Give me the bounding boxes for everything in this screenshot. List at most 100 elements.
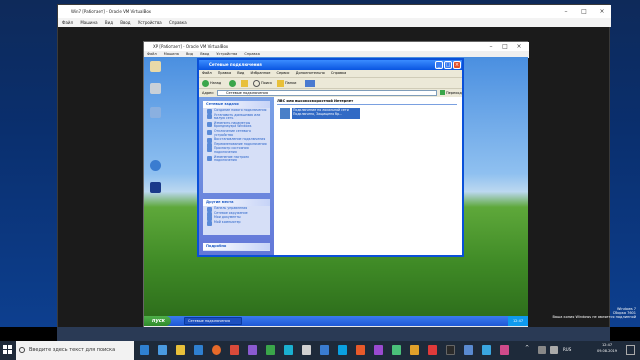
menu-advanced[interactable]: Дополнительно	[296, 71, 325, 75]
explorer-icon[interactable]	[176, 345, 185, 355]
explorer-titlebar[interactable]: Сетевые подключения	[199, 60, 462, 70]
search-icon[interactable]	[253, 80, 260, 87]
close-icon[interactable]: ×	[593, 5, 611, 18]
maximize-icon[interactable]: □	[444, 61, 452, 69]
app-icon[interactable]	[320, 345, 329, 355]
maximize-icon[interactable]: □	[498, 42, 512, 51]
menu-help[interactable]: Справка	[331, 71, 346, 75]
close-icon[interactable]: ×	[512, 42, 526, 51]
menu-view[interactable]: Вид	[186, 52, 193, 56]
task-link[interactable]: Просмотр состояния подключения	[203, 146, 270, 154]
app-icon[interactable]	[284, 345, 293, 355]
menu-file[interactable]: Файл	[147, 52, 157, 56]
group-header: ЛВС или высокоскоростной Интернет	[277, 99, 457, 105]
task-link[interactable]: Изменить параметры брандмауэра Windows	[203, 121, 270, 129]
xp-desktop-icon[interactable]	[146, 182, 164, 193]
search-button[interactable]: Поиск	[261, 81, 272, 85]
task-link[interactable]: Изменение настроек подключения	[203, 155, 270, 163]
minimize-icon[interactable]: –	[557, 5, 575, 18]
app-icon[interactable]	[500, 345, 509, 355]
back-icon[interactable]	[202, 80, 209, 87]
menu-tools[interactable]: Сервис	[277, 71, 290, 75]
language-indicator[interactable]: RUS	[563, 346, 571, 354]
app-icon[interactable]	[428, 345, 437, 355]
app-icon[interactable]	[338, 345, 347, 355]
connection-item[interactable]: Подключение по локальной сети Подключено…	[280, 108, 360, 120]
place-link[interactable]: Мой компьютер	[203, 220, 270, 226]
explorer-content: ЛВС или высокоскоростной Интернет Подклю…	[274, 97, 462, 255]
go-icon[interactable]	[440, 90, 445, 95]
explorer-toolbar: Назад Поиск Папки	[199, 77, 462, 89]
visual-studio-icon[interactable]	[374, 345, 383, 355]
menu-file[interactable]: Файл	[62, 20, 73, 25]
windows-watermark: Windows 7 Сборка 7601 Ваша копия Windows…	[528, 307, 640, 320]
menu-view[interactable]: Вид	[105, 20, 113, 25]
tray-chevron-icon[interactable]: ^	[525, 345, 533, 355]
go-button[interactable]: Переход	[446, 89, 462, 97]
back-button[interactable]: Назад	[210, 81, 221, 85]
network-tasks-header[interactable]: Сетевые задачи	[203, 101, 270, 108]
app-icon[interactable]	[410, 345, 419, 355]
app-icon[interactable]	[302, 345, 311, 355]
xp-task-network-connections[interactable]: Сетевые подключения	[184, 317, 242, 325]
firefox-icon[interactable]	[212, 345, 221, 355]
notification-icon[interactable]	[626, 345, 635, 355]
app-icon[interactable]	[446, 345, 455, 355]
maximize-icon[interactable]: □	[575, 5, 593, 18]
task-view-icon[interactable]	[140, 345, 149, 355]
xp-start-button[interactable]: пуск	[144, 316, 171, 326]
store-icon[interactable]	[194, 345, 203, 355]
app-icon[interactable]	[230, 345, 239, 355]
menu-input[interactable]: Ввод	[120, 20, 130, 25]
explorer-title: Сетевые подключения	[209, 62, 262, 67]
menu-view[interactable]: Вид	[237, 71, 244, 75]
close-icon[interactable]: ×	[453, 61, 461, 69]
menu-help[interactable]: Справка	[244, 52, 259, 56]
app-icon[interactable]	[248, 345, 257, 355]
menu-favorites[interactable]: Избранное	[250, 71, 270, 75]
vm-inner-titlebar[interactable]: XP [Работает] - Oracle VM VirtualBox	[144, 42, 529, 51]
folders-button[interactable]: Папки	[285, 81, 296, 85]
app-icon[interactable]	[392, 345, 401, 355]
volume-icon[interactable]	[550, 346, 558, 354]
network-tray-icon[interactable]	[538, 346, 546, 354]
taskbar-search-input[interactable]: Введите здесь текст для поиска	[16, 341, 134, 360]
menu-machine[interactable]: Машина	[164, 52, 179, 56]
views-icon[interactable]	[305, 80, 315, 87]
computer-icon	[149, 83, 161, 94]
app-icon[interactable]	[266, 345, 275, 355]
task-link[interactable]: Установить домашнюю или малую сеть	[203, 113, 270, 121]
app-icon[interactable]	[482, 345, 491, 355]
xp-desktop-icon[interactable]	[146, 61, 164, 72]
folders-icon[interactable]	[277, 80, 284, 87]
app-icon[interactable]	[464, 345, 473, 355]
menu-devices[interactable]: Устройства	[216, 52, 237, 56]
minimize-icon[interactable]: –	[484, 42, 498, 51]
forward-icon[interactable]	[229, 80, 236, 87]
menu-devices[interactable]: Устройства	[138, 20, 162, 25]
up-folder-icon[interactable]	[241, 80, 248, 87]
app-icon[interactable]	[356, 345, 365, 355]
details-panel: Подробно	[203, 243, 270, 251]
xp-desktop-icon[interactable]	[146, 83, 164, 94]
win7-taskbar	[57, 327, 610, 341]
menu-edit[interactable]: Правка	[218, 71, 231, 75]
menu-file[interactable]: Файл	[202, 71, 212, 75]
vm-outer-titlebar[interactable]: Win7 [Работает] - Oracle VM VirtualBox	[58, 5, 611, 18]
xp-desktop-icon[interactable]	[146, 160, 164, 171]
windows-start-icon[interactable]	[3, 345, 13, 355]
menu-machine[interactable]: Машина	[80, 20, 97, 25]
address-input[interactable]: Сетевые подключения	[217, 90, 437, 96]
xp-desktop-icon[interactable]	[146, 107, 164, 118]
network-tasks-panel: Сетевые задачи Создание нового подключен…	[203, 101, 270, 193]
app-icon	[149, 182, 161, 193]
other-places-header[interactable]: Другие места	[203, 199, 270, 206]
app-icon[interactable]	[158, 345, 167, 355]
details-header[interactable]: Подробно	[203, 243, 270, 250]
menu-help[interactable]: Справка	[169, 20, 187, 25]
minimize-icon[interactable]: _	[435, 61, 443, 69]
menu-input[interactable]: Ввод	[200, 52, 209, 56]
task-link[interactable]: Отключение сетевого устройства	[203, 129, 270, 137]
search-icon	[19, 347, 25, 353]
taskbar-clock[interactable]: 12:47 09.08.2019	[592, 342, 622, 354]
